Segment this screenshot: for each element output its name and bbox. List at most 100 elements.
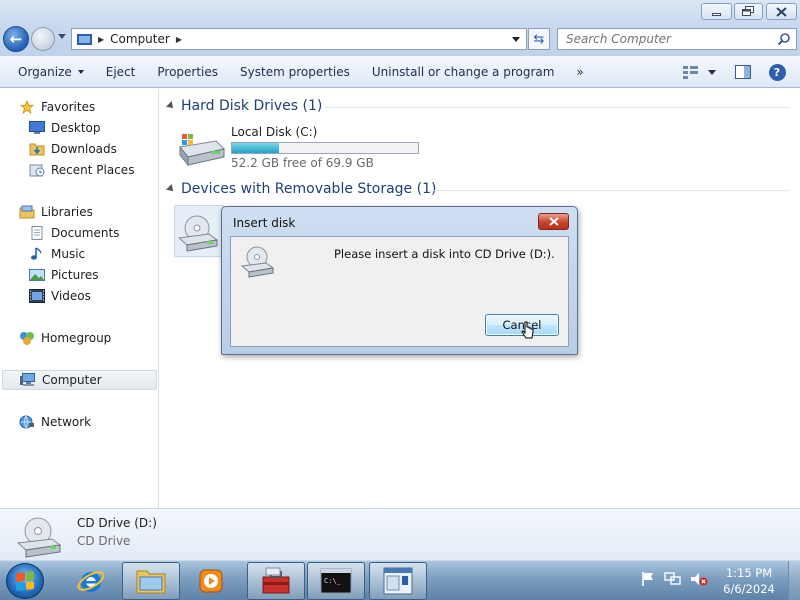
folder-icon [136, 570, 166, 594]
change-view-button[interactable] [680, 61, 720, 83]
videos-icon [29, 289, 45, 303]
taskbar-toolbox-app[interactable] [247, 562, 305, 600]
network-status-icon[interactable] [664, 571, 682, 587]
breadcrumb-separator-icon[interactable]: ▶ [176, 35, 182, 44]
mouse-cursor-icon [521, 321, 534, 339]
taskbar-notepad-app[interactable] [369, 562, 427, 600]
clock-time: 1:15 PM [725, 566, 773, 580]
local-disk-capacity-bar [231, 142, 419, 154]
navigation-pane: Favorites Desktop Downloads Recent Place… [0, 89, 159, 508]
libraries-label: Libraries [41, 205, 93, 219]
restore-icon [742, 6, 754, 16]
search-icon[interactable] [777, 32, 791, 46]
favorites-label: Favorites [41, 100, 96, 114]
insert-disk-dialog: Insert disk Please insert a disk into CD… [221, 206, 578, 355]
internet-explorer-icon [77, 571, 105, 592]
recent-pages-dropdown-icon[interactable] [58, 34, 66, 39]
organize-button[interactable]: Organize [7, 60, 95, 84]
desktop-icon [29, 121, 45, 134]
group-divider [430, 190, 790, 191]
forward-button[interactable] [31, 27, 55, 51]
organize-label: Organize [18, 64, 72, 79]
clock-date: 6/6/2024 [723, 582, 775, 596]
removable-group-header[interactable]: Devices with Removable Storage (1) [166, 181, 436, 197]
minimize-icon [712, 13, 721, 16]
collapse-group-icon[interactable] [166, 184, 176, 194]
music-label: Music [51, 247, 86, 261]
system-properties-button[interactable]: System properties [229, 60, 361, 84]
search-box[interactable] [557, 28, 797, 50]
downloads-folder-icon [29, 143, 45, 156]
taskbar-internet-explorer[interactable] [62, 562, 120, 600]
maximize-button[interactable] [734, 3, 763, 20]
show-desktop-button[interactable] [788, 561, 800, 600]
system-properties-label: System properties [240, 64, 350, 79]
local-disk-item[interactable]: Local Disk (C:) 52.2 GB free of 69.9 GB [174, 123, 434, 171]
refresh-icon: ⇆ [533, 31, 545, 47]
uninstall-program-label: Uninstall or change a program [371, 64, 555, 79]
hard-disk-group-header[interactable]: Hard Disk Drives (1) [166, 98, 323, 114]
taskbar: C:\_ 1:15 PM 6/6/2024 [0, 560, 800, 600]
collapse-group-icon[interactable] [166, 101, 176, 111]
dialog-message: Please insert a disk into CD Drive (D:). [334, 247, 555, 261]
sidebar-item-favorites[interactable]: Favorites [19, 97, 176, 117]
toolbox-icon [262, 567, 290, 594]
search-input[interactable] [566, 32, 766, 46]
network-label: Network [41, 415, 92, 429]
pictures-icon [29, 269, 45, 281]
local-disk-free-space: 52.2 GB free of 69.9 GB [231, 156, 374, 170]
help-button[interactable]: ? [766, 61, 788, 83]
application-window-icon [383, 567, 413, 595]
address-dropdown-icon[interactable] [512, 37, 520, 42]
title-bar [0, 0, 800, 24]
dialog-close-button[interactable] [538, 213, 569, 230]
dialog-title: Insert disk [233, 216, 296, 230]
eject-label: Eject [105, 64, 136, 79]
properties-button[interactable]: Properties [146, 60, 229, 84]
homegroup-label: Homegroup [41, 331, 112, 345]
cd-drive-icon [177, 215, 219, 252]
sidebar-item-libraries[interactable]: Libraries [19, 202, 176, 222]
taskbar-windows-explorer[interactable] [122, 562, 180, 600]
command-prompt-icon: C:\_ [320, 568, 352, 594]
command-bar: Organize Eject Properties System propert… [0, 56, 800, 88]
computer-icon [20, 373, 35, 386]
volume-muted-icon[interactable] [690, 571, 708, 587]
recent-places-label: Recent Places [51, 163, 135, 177]
close-icon [548, 217, 559, 226]
details-item-type: CD Drive [77, 534, 131, 548]
refresh-button[interactable]: ⇆ [528, 28, 550, 50]
cd-drive-icon [16, 517, 62, 558]
music-note-icon [31, 247, 42, 260]
more-commands-button[interactable]: » [565, 60, 594, 84]
hard-drive-icon [179, 134, 225, 167]
preview-pane-button[interactable] [732, 61, 754, 83]
eject-button[interactable]: Eject [95, 60, 147, 84]
minimize-button[interactable] [701, 3, 732, 20]
close-button[interactable] [766, 3, 797, 20]
back-button[interactable]: ← [3, 26, 29, 52]
documents-icon [31, 226, 43, 240]
uninstall-program-button[interactable]: Uninstall or change a program [361, 60, 566, 84]
desktop-label: Desktop [51, 121, 101, 135]
pictures-label: Pictures [51, 268, 99, 282]
sidebar-item-computer[interactable]: Computer [2, 370, 157, 390]
cd-drive-icon [240, 246, 275, 278]
taskbar-media-player[interactable] [182, 562, 240, 600]
hard-disk-group-label: Hard Disk Drives (1) [181, 98, 323, 114]
breadcrumb-computer[interactable]: Computer [110, 32, 170, 46]
address-bar[interactable]: ▶ Computer ▶ [71, 28, 527, 50]
taskbar-clock[interactable]: 1:15 PM 6/6/2024 [718, 565, 780, 597]
taskbar-command-prompt[interactable]: C:\_ [307, 562, 365, 600]
start-button[interactable] [6, 563, 44, 599]
libraries-icon [19, 205, 35, 219]
sidebar-item-homegroup[interactable]: Homegroup [19, 328, 176, 348]
properties-label: Properties [157, 64, 219, 79]
downloads-label: Downloads [51, 142, 117, 156]
breadcrumb-separator-icon[interactable]: ▶ [98, 35, 104, 44]
videos-label: Videos [51, 289, 91, 303]
network-icon [19, 415, 34, 429]
action-center-flag-icon[interactable] [640, 571, 656, 587]
cd-drive-item[interactable] [174, 205, 224, 257]
sidebar-item-network[interactable]: Network [19, 412, 176, 432]
